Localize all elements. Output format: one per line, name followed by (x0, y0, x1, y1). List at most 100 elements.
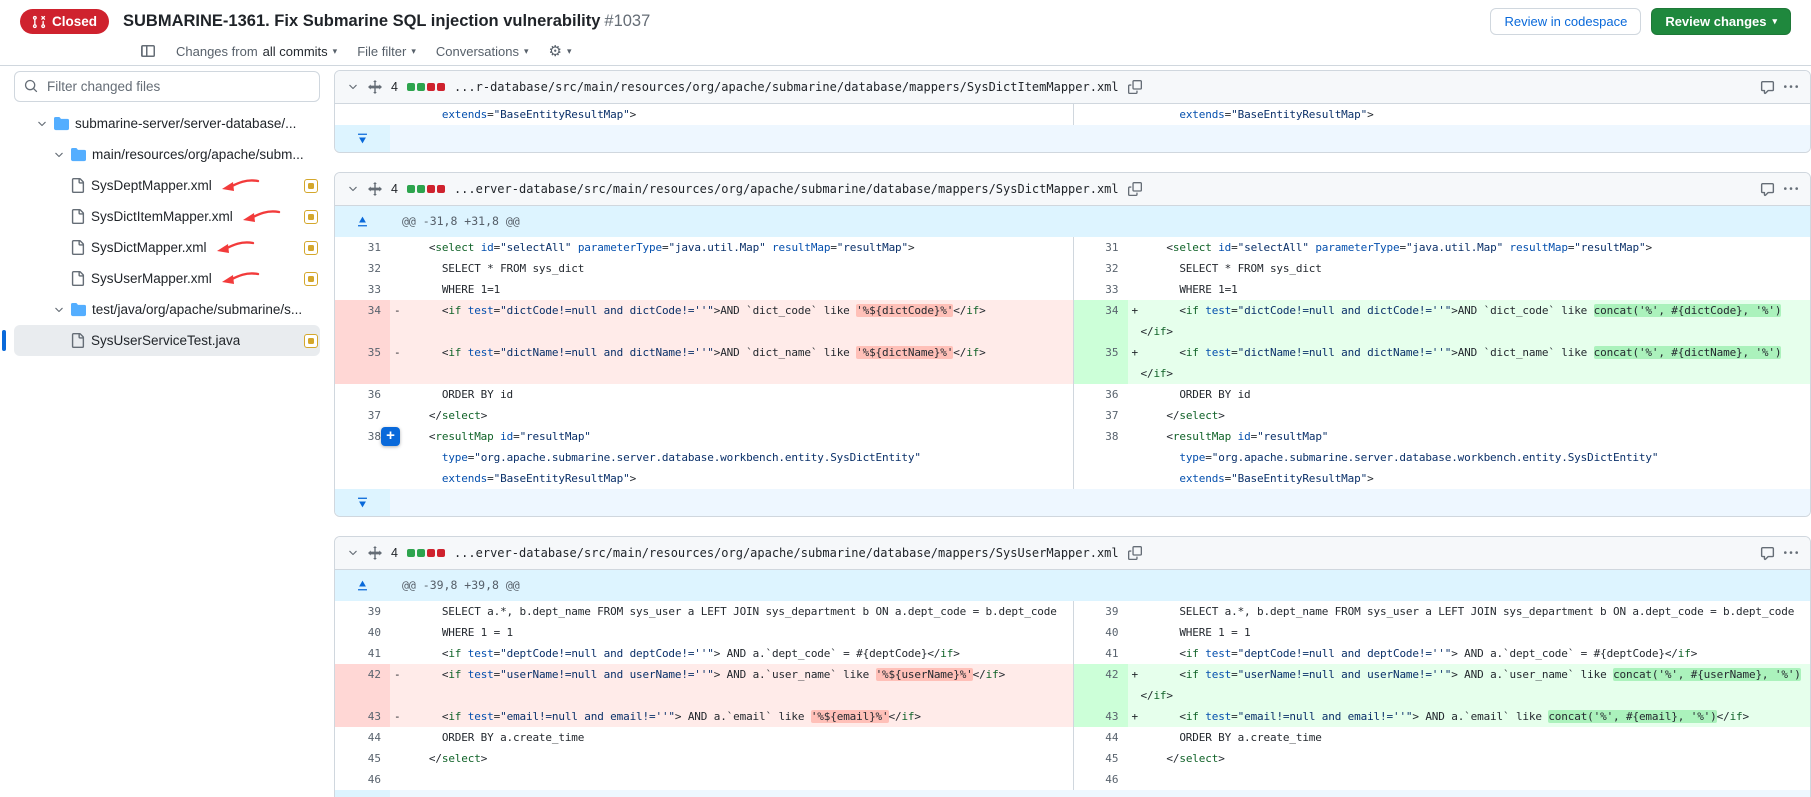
expand-diff-button[interactable] (335, 489, 390, 516)
diff-code-line[interactable]: - <if test="dictCode!=null and dictCode!… (390, 300, 1073, 321)
line-number[interactable]: 38 (1073, 426, 1128, 447)
review-in-codespace-button[interactable]: Review in codespace (1490, 8, 1641, 35)
review-changes-button[interactable]: Review changes▾ (1651, 8, 1791, 35)
tree-folder-item[interactable]: main/resources/org/apache/subm... (14, 139, 320, 170)
diff-code-line[interactable]: - <if test="dictName!=null and dictName!… (390, 342, 1073, 363)
diff-code-line[interactable]: </select> (1128, 748, 1811, 769)
tree-file-item[interactable]: SysDictMapper.xml (14, 232, 320, 263)
diff-code-line[interactable]: - <if test="userName!=null and userName!… (390, 664, 1073, 685)
line-number[interactable]: 38+ (335, 426, 390, 447)
filter-files-input[interactable] (14, 71, 320, 102)
line-number[interactable] (335, 321, 390, 342)
line-number[interactable]: 42 (335, 664, 390, 685)
line-number[interactable]: 34 (1073, 300, 1128, 321)
sidebar-toggle-icon[interactable] (140, 43, 156, 59)
expand-hunk-button[interactable] (335, 570, 390, 601)
line-number[interactable]: 46 (335, 769, 390, 790)
line-number[interactable]: 42 (1073, 664, 1128, 685)
collapse-file-chevron-icon[interactable] (347, 547, 359, 559)
drag-handle-icon[interactable] (368, 80, 382, 94)
diff-code-line[interactable]: <if test="deptCode!=null and deptCode!='… (390, 643, 1073, 664)
line-number[interactable] (335, 447, 390, 468)
diff-code-line[interactable]: + <if test="dictCode!=null and dictCode!… (1128, 300, 1811, 321)
diff-code-line[interactable] (1128, 769, 1811, 790)
diff-code-line[interactable]: WHERE 1=1 (390, 279, 1073, 300)
line-number[interactable]: 36 (1073, 384, 1128, 405)
diff-code-line[interactable]: <resultMap id="resultMap" (390, 426, 1073, 447)
line-number[interactable]: 34 (335, 300, 390, 321)
diff-code-line[interactable]: - <if test="email!=null and email!=''"> … (390, 706, 1073, 727)
line-number[interactable]: 44 (335, 727, 390, 748)
line-number[interactable] (1073, 363, 1128, 384)
line-number[interactable]: 37 (335, 405, 390, 426)
line-number[interactable]: 35 (335, 342, 390, 363)
diff-code-line[interactable]: + <if test="dictName!=null and dictName!… (1128, 342, 1811, 363)
line-number[interactable]: 41 (335, 643, 390, 664)
line-number[interactable]: 31 (335, 237, 390, 258)
tree-file-item[interactable]: SysUserServiceTest.java (14, 325, 320, 356)
kebab-menu-icon[interactable] (1784, 546, 1798, 560)
diff-code-line[interactable]: extends="BaseEntityResultMap"> (390, 104, 1073, 125)
tree-file-item[interactable]: SysDeptMapper.xml (14, 170, 320, 201)
line-number[interactable]: 46 (1073, 769, 1128, 790)
diff-code-line[interactable]: </if> (1128, 321, 1811, 342)
line-number[interactable] (335, 104, 390, 125)
kebab-menu-icon[interactable] (1784, 80, 1798, 94)
copy-path-icon[interactable] (1128, 182, 1142, 196)
changes-from-dropdown[interactable]: Changes fromall commits▾ (176, 44, 337, 59)
line-number[interactable]: 44 (1073, 727, 1128, 748)
line-number[interactable]: 31 (1073, 237, 1128, 258)
tree-file-item[interactable]: SysDictItemMapper.xml (14, 201, 320, 232)
diff-code-line[interactable]: + <if test="email!=null and email!=''"> … (1128, 706, 1811, 727)
comment-icon[interactable] (1760, 546, 1775, 561)
diff-code-line[interactable]: </select> (390, 405, 1073, 426)
line-number[interactable] (335, 685, 390, 706)
line-number[interactable]: 37 (1073, 405, 1128, 426)
line-number[interactable]: 35 (1073, 342, 1128, 363)
diff-code-line[interactable] (390, 769, 1073, 790)
comment-icon[interactable] (1760, 182, 1775, 197)
diff-code-line[interactable]: </if> (1128, 363, 1811, 384)
file-filter-dropdown[interactable]: File filter▾ (357, 44, 416, 59)
diff-code-line[interactable]: <select id="selectAll" parameterType="ja… (1128, 237, 1811, 258)
diff-settings-dropdown[interactable]: ⚙▾ (549, 44, 572, 59)
kebab-menu-icon[interactable] (1784, 182, 1798, 196)
diff-code-line[interactable]: WHERE 1=1 (1128, 279, 1811, 300)
drag-handle-icon[interactable] (368, 182, 382, 196)
line-number[interactable]: 40 (335, 622, 390, 643)
diff-code-line[interactable]: SELECT a.*, b.dept_name FROM sys_user a … (1128, 601, 1811, 622)
line-number[interactable]: 33 (335, 279, 390, 300)
diff-code-line[interactable]: extends="BaseEntityResultMap"> (1128, 104, 1811, 125)
line-number[interactable]: 43 (335, 706, 390, 727)
diff-code-line[interactable]: SELECT * FROM sys_dict (390, 258, 1073, 279)
diff-code-line[interactable]: ORDER BY a.create_time (390, 727, 1073, 748)
line-number[interactable]: 41 (1073, 643, 1128, 664)
line-number[interactable]: 40 (1073, 622, 1128, 643)
conversations-dropdown[interactable]: Conversations▾ (436, 44, 529, 59)
line-number[interactable]: 39 (1073, 601, 1128, 622)
line-number[interactable]: 33 (1073, 279, 1128, 300)
line-number[interactable] (1073, 468, 1128, 489)
diff-code-line[interactable]: ORDER BY id (1128, 384, 1811, 405)
tree-folder-item[interactable]: test/java/org/apache/submarine/s... (14, 294, 320, 325)
tree-file-item[interactable]: SysUserMapper.xml (14, 263, 320, 294)
diff-code-line[interactable]: WHERE 1 = 1 (1128, 622, 1811, 643)
add-comment-button[interactable]: + (381, 427, 400, 446)
diff-code-line[interactable]: <select id="selectAll" parameterType="ja… (390, 237, 1073, 258)
tree-folder-item[interactable]: submarine-server/server-database/... (14, 108, 320, 139)
collapse-file-chevron-icon[interactable] (347, 81, 359, 93)
diff-code-line[interactable]: extends="BaseEntityResultMap"> (390, 468, 1073, 489)
diff-code-line[interactable] (390, 321, 1073, 342)
line-number[interactable]: 32 (1073, 258, 1128, 279)
line-number[interactable]: 43 (1073, 706, 1128, 727)
diff-code-line[interactable]: </select> (390, 748, 1073, 769)
diff-code-line[interactable]: SELECT * FROM sys_dict (1128, 258, 1811, 279)
diff-code-line[interactable]: ORDER BY id (390, 384, 1073, 405)
line-number[interactable]: 39 (335, 601, 390, 622)
drag-handle-icon[interactable] (368, 546, 382, 560)
line-number[interactable] (1073, 321, 1128, 342)
diff-code-line[interactable] (390, 363, 1073, 384)
line-number[interactable]: 36 (335, 384, 390, 405)
copy-path-icon[interactable] (1128, 80, 1142, 94)
expand-hunk-button[interactable] (335, 206, 390, 237)
